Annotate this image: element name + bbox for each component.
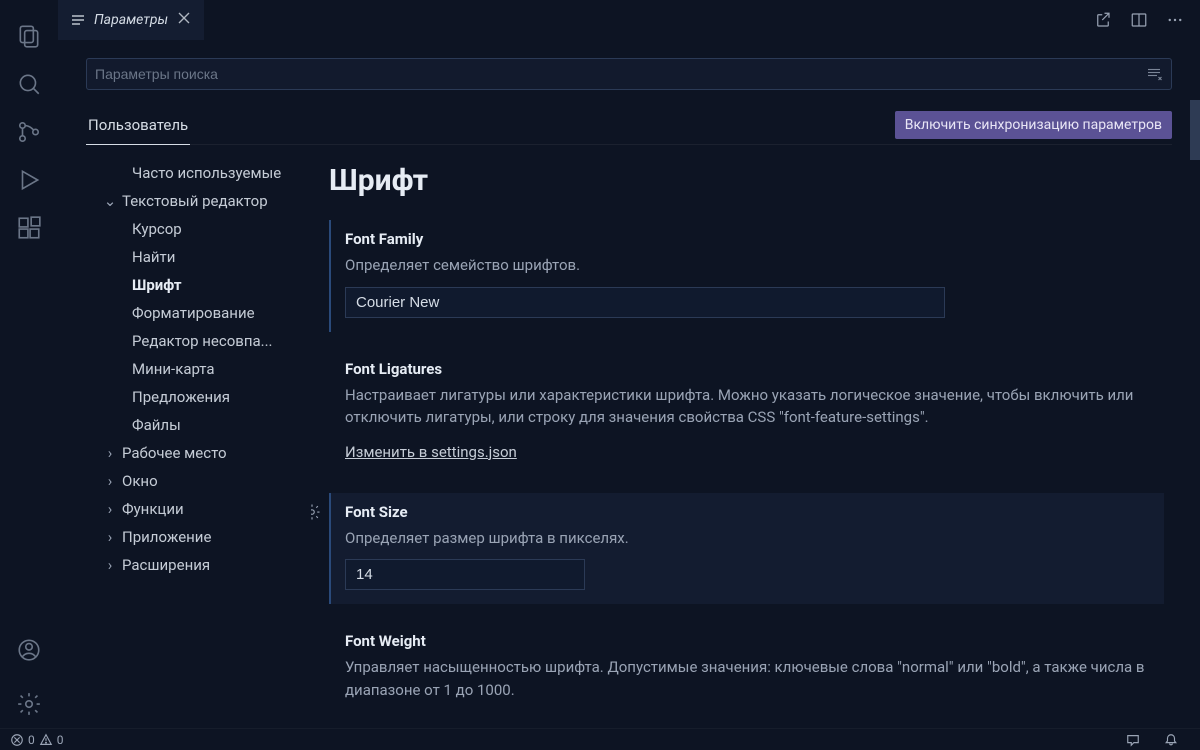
extensions-icon[interactable] bbox=[5, 204, 53, 252]
tab-title: Параметры bbox=[94, 12, 168, 28]
setting-title: Font Weight bbox=[345, 632, 1150, 650]
tree-item-extensions[interactable]: ›Расширения bbox=[102, 551, 311, 579]
tree-item-diff-editor[interactable]: Редактор несовпа... bbox=[132, 327, 311, 355]
status-feedback-icon[interactable] bbox=[1126, 733, 1140, 747]
manage-gear-icon[interactable] bbox=[5, 680, 53, 728]
accounts-icon[interactable] bbox=[5, 626, 53, 674]
search-input[interactable] bbox=[95, 66, 1145, 82]
tab-settings[interactable]: Параметры bbox=[58, 0, 204, 40]
settings-pane: Шрифт Font Family Определяет семейство ш… bbox=[311, 159, 1172, 728]
search-icon[interactable] bbox=[5, 60, 53, 108]
tree-item-frequently-used[interactable]: Часто используемые bbox=[102, 159, 311, 187]
settings-content: Пользователь Включить синхронизацию пара… bbox=[58, 40, 1200, 728]
error-count: 0 bbox=[28, 733, 35, 747]
chevron-right-icon: › bbox=[102, 523, 118, 551]
setting-description: Управляет насыщенностью шрифта. Допустим… bbox=[345, 656, 1150, 701]
split-editor-icon[interactable] bbox=[1124, 5, 1154, 35]
tree-item-files[interactable]: Файлы bbox=[132, 411, 311, 439]
more-actions-icon[interactable] bbox=[1160, 5, 1190, 35]
tree-item-formatting[interactable]: Форматирование bbox=[132, 299, 311, 327]
scope-tabs: Пользователь Включить синхронизацию пара… bbox=[86, 106, 1172, 145]
setting-title: Font Family bbox=[345, 230, 1150, 248]
tree-item-text-editor[interactable]: ⌄Текстовый редактор bbox=[102, 187, 311, 215]
error-icon bbox=[10, 733, 24, 747]
warning-icon bbox=[39, 733, 53, 747]
status-problems[interactable]: 0 0 bbox=[10, 733, 64, 747]
tree-item-features[interactable]: ›Функции bbox=[102, 495, 311, 523]
tab-bar: Параметры bbox=[58, 0, 1200, 40]
tree-item-workbench[interactable]: ›Рабочее место bbox=[102, 439, 311, 467]
tree-item-application[interactable]: ›Приложение bbox=[102, 523, 311, 551]
status-bar: 0 0 bbox=[0, 728, 1200, 750]
close-icon[interactable] bbox=[176, 10, 192, 30]
open-settings-json-icon[interactable] bbox=[1088, 5, 1118, 35]
setting-font-size: Font Size Определяет размер шрифта в пик… bbox=[329, 493, 1164, 605]
chevron-right-icon: › bbox=[102, 467, 118, 495]
setting-font-ligatures: Font Ligatures Настраивает лигатуры или … bbox=[329, 350, 1164, 475]
chevron-right-icon: › bbox=[102, 495, 118, 523]
settings-search[interactable] bbox=[86, 58, 1172, 90]
tree-item-window[interactable]: ›Окно bbox=[102, 467, 311, 495]
setting-description: Настраивает лигатуры или характеристики … bbox=[345, 384, 1150, 429]
run-debug-icon[interactable] bbox=[5, 156, 53, 204]
status-bell-icon[interactable] bbox=[1164, 733, 1178, 747]
setting-font-family: Font Family Определяет семейство шрифтов… bbox=[329, 220, 1164, 332]
settings-heading: Шрифт bbox=[329, 163, 1164, 198]
explorer-icon[interactable] bbox=[5, 12, 53, 60]
sync-settings-button[interactable]: Включить синхронизацию параметров bbox=[895, 111, 1172, 139]
tree-item-find[interactable]: Найти bbox=[132, 243, 311, 271]
edit-in-settings-json-link[interactable]: Изменить в settings.json bbox=[345, 443, 517, 461]
tree-item-font[interactable]: Шрифт bbox=[132, 271, 311, 299]
setting-description: Определяет размер шрифта в пикселях. bbox=[345, 527, 1150, 550]
scope-tab-user[interactable]: Пользователь bbox=[86, 106, 190, 145]
settings-tree: Часто используемые ⌄Текстовый редактор К… bbox=[86, 159, 311, 728]
chevron-down-icon: ⌄ bbox=[102, 187, 118, 215]
tree-item-suggestions[interactable]: Предложения bbox=[132, 383, 311, 411]
setting-title: Font Ligatures bbox=[345, 360, 1150, 378]
activity-bar bbox=[0, 0, 58, 728]
tree-item-cursor[interactable]: Курсор bbox=[132, 215, 311, 243]
main-area: Параметры Пользователь Включить синхрони… bbox=[58, 0, 1200, 728]
font-family-input[interactable] bbox=[345, 287, 945, 318]
setting-font-weight: Font Weight Управляет насыщенностью шриф… bbox=[329, 622, 1164, 715]
chevron-right-icon: › bbox=[102, 439, 118, 467]
source-control-icon[interactable] bbox=[5, 108, 53, 156]
setting-title: Font Size bbox=[345, 503, 1150, 521]
list-icon bbox=[70, 12, 86, 28]
warning-count: 0 bbox=[57, 733, 64, 747]
setting-description: Определяет семейство шрифтов. bbox=[345, 254, 1150, 277]
clear-search-icon[interactable] bbox=[1145, 65, 1163, 83]
minimap-thumb[interactable] bbox=[1190, 100, 1200, 160]
tree-item-minimap[interactable]: Мини-карта bbox=[132, 355, 311, 383]
chevron-right-icon: › bbox=[102, 551, 118, 579]
font-size-input[interactable] bbox=[345, 559, 585, 590]
gear-icon[interactable] bbox=[311, 503, 321, 525]
